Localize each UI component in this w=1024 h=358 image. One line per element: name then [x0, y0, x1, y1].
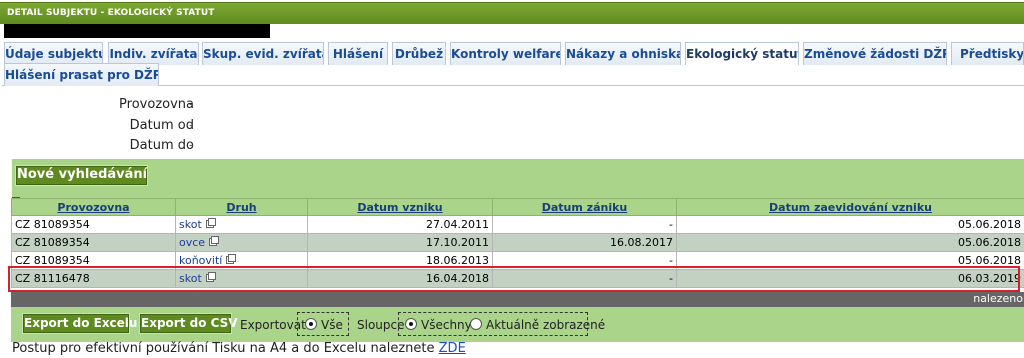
table-row[interactable]: CZ 81089354 koňovití 18.06.2013 - 05.06.… — [11, 251, 1024, 270]
cell-datum-zaniku: 16.08.2017 — [492, 233, 677, 252]
tab-nakazy-a-ohniska[interactable]: Nákazy a ohniska — [565, 42, 681, 65]
ekologicky-statut-table: Provozovna Druh Datum vzniku Datum zánik… — [11, 198, 1024, 288]
open-in-window-icon[interactable] — [205, 272, 216, 282]
cell-provozovna: CZ 81089354 — [11, 251, 176, 270]
export-vse-label[interactable]: Vše — [321, 318, 343, 332]
columns-vsechny-label[interactable]: Všechny — [421, 318, 472, 332]
export-csv-button[interactable]: Export do CSV — [139, 313, 238, 334]
tab-predtisky[interactable]: Předtisky d — [951, 42, 1024, 65]
cell-datum-zaevidovani: 05.06.2018 — [676, 215, 1024, 234]
cell-provozovna: CZ 81089354 — [11, 233, 176, 252]
druh-link[interactable]: skot — [179, 218, 202, 231]
cell-datum-zaevidovani: 06.03.2019 — [676, 269, 1024, 288]
filter-provozovna-label: Provozovna — [119, 97, 194, 112]
tab-skup-evid-zvirata[interactable]: Skup. evid. zvířata — [202, 42, 324, 65]
cell-datum-zaniku: - — [492, 251, 677, 270]
tab-udaje-subjektu[interactable]: Údaje subjektu — [4, 42, 103, 65]
help-link[interactable]: ZDE — [439, 341, 466, 356]
columns-aktualne-label[interactable]: Aktuálně zobrazené — [486, 318, 605, 332]
druh-link[interactable]: koňovití — [179, 254, 222, 267]
exportovat-label: Exportovat — [240, 318, 306, 332]
found-count-label: nalezeno — [973, 292, 1023, 305]
cell-provozovna: CZ 81089354 — [11, 215, 176, 234]
tab-kontroly-welfare[interactable]: Kontroly welfare — [450, 42, 561, 65]
table-row[interactable]: CZ 81089354 ovce 17.10.2011 16.08.2017 0… — [11, 233, 1024, 252]
cell-datum-zaniku: - — [492, 269, 677, 288]
tab-hlaseni[interactable]: Hlášení — [328, 42, 388, 65]
tab-indiv-zvirata[interactable]: Indiv. zvířata — [108, 42, 199, 65]
tab-zmenove-zadosti-dzpz[interactable]: Změnové žádosti DŽPZ — [803, 42, 947, 65]
cell-druh: skot — [175, 269, 308, 288]
column-header-datum-zaniku[interactable]: Datum zániku — [492, 198, 677, 216]
new-search-button[interactable]: Nové vyhledávání — [15, 165, 148, 186]
cell-datum-zaevidovani: 05.06.2018 — [676, 251, 1024, 270]
druh-link[interactable]: ovce — [179, 236, 205, 249]
column-header-datum-zaevidovani[interactable]: Datum zaevidování vzniku — [676, 198, 1024, 216]
cell-druh: koňovití — [175, 251, 308, 270]
filter-datum-od-value: - — [189, 118, 194, 133]
column-header-provozovna[interactable]: Provozovna — [11, 198, 176, 216]
open-in-window-icon[interactable] — [205, 218, 216, 228]
filter-datum-do-value: - — [189, 138, 194, 153]
druh-link[interactable]: skot — [179, 272, 202, 285]
tab-drubez[interactable]: Drůbež — [392, 42, 446, 65]
tab-hlaseni-prasat-pro-dzpz[interactable]: Hlášení prasat pro DŽPZ — [4, 63, 159, 86]
export-excel-button[interactable]: Export do Excelu — [22, 313, 137, 334]
filter-datum-do-label: Datum do — [129, 138, 194, 153]
column-header-druh[interactable]: Druh — [175, 198, 308, 216]
cell-datum-vzniku: 27.04.2011 — [307, 215, 493, 234]
window-title: DETAIL SUBJEKTU - EKOLOGICKÝ STATUT — [7, 8, 215, 18]
help-text: Postup pro efektivní používání Tisku na … — [12, 341, 466, 356]
table-row[interactable]: CZ 81116478 skot 16.04.2018 - 06.03.2019 — [11, 269, 1024, 288]
cell-datum-vzniku: 16.04.2018 — [307, 269, 493, 288]
filter-provozovna-value: - — [189, 97, 194, 112]
window-title-bar: DETAIL SUBJEKTU - EKOLOGICKÝ STATUT — [0, 2, 1024, 24]
column-header-datum-vzniku[interactable]: Datum vzniku — [307, 198, 493, 216]
table-row[interactable]: CZ 81089354 skot 27.04.2011 - 05.06.2018 — [11, 215, 1024, 234]
filter-datum-od-label: Datum od — [129, 118, 194, 133]
cell-provozovna: CZ 81116478 — [11, 269, 176, 288]
open-in-window-icon[interactable] — [226, 254, 237, 264]
columns-vsechny-radio[interactable] — [405, 318, 417, 330]
search-toolbar — [12, 159, 1024, 194]
cell-datum-zaevidovani: 05.06.2018 — [676, 233, 1024, 252]
open-in-window-icon[interactable] — [209, 236, 220, 246]
grid-footer: nalezeno — [11, 292, 1024, 307]
cell-datum-vzniku: 18.06.2013 — [307, 251, 493, 270]
tab-bar: Údaje subjektu Indiv. zvířata Skup. evid… — [2, 40, 1024, 86]
cell-druh: skot — [175, 215, 308, 234]
cell-druh: ovce — [175, 233, 308, 252]
export-vse-radio[interactable] — [305, 318, 317, 330]
help-text-body: Postup pro efektivní používání Tisku na … — [12, 341, 435, 356]
tab-ekologicky-statut[interactable]: Ekologický statut — [685, 42, 799, 65]
cell-datum-vzniku: 17.10.2011 — [307, 233, 493, 252]
columns-aktualne-radio[interactable] — [470, 318, 482, 330]
redacted-subject-name — [4, 24, 270, 38]
cell-datum-zaniku: - — [492, 215, 677, 234]
